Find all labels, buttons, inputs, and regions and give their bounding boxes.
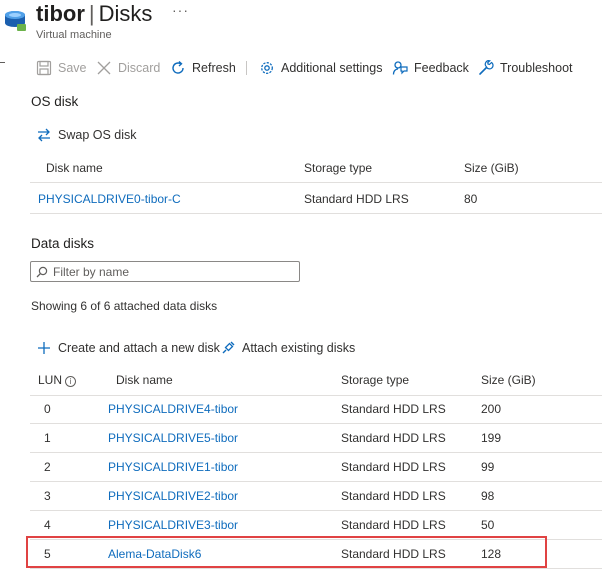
row-disk-link[interactable]: PHYSICALDRIVE4-tibor xyxy=(108,402,238,416)
create-attach-disk-label: Create and attach a new disk xyxy=(58,341,220,355)
plus-icon xyxy=(38,342,50,354)
row-lun: 2 xyxy=(44,460,51,474)
title-separator: | xyxy=(88,1,95,26)
os-row-divider xyxy=(30,213,602,214)
save-icon xyxy=(36,60,52,76)
row-disk-link[interactable]: PHYSICALDRIVE2-tibor xyxy=(108,489,238,503)
discard-icon xyxy=(97,61,111,75)
os-col-storage-type: Storage type xyxy=(304,161,373,175)
discard-button[interactable]: Discard xyxy=(96,58,160,78)
troubleshoot-button[interactable]: Troubleshoot xyxy=(478,58,573,78)
feedback-label: Feedback xyxy=(414,61,469,75)
filter-box[interactable] xyxy=(30,261,300,282)
more-options-icon[interactable]: ··· xyxy=(172,2,189,18)
data-disks-title: Data disks xyxy=(31,236,95,251)
row-size: 99 xyxy=(481,460,495,474)
refresh-button[interactable]: Refresh xyxy=(170,58,236,78)
col-storage-type: Storage type xyxy=(341,373,410,387)
col-lun: LUN i xyxy=(38,373,77,387)
feedback-button[interactable]: Feedback xyxy=(392,58,469,78)
troubleshoot-label: Troubleshoot xyxy=(500,61,573,75)
refresh-icon xyxy=(172,60,184,74)
sidebar-edge xyxy=(0,62,5,63)
swap-icon xyxy=(38,128,50,142)
additional-settings-label: Additional settings xyxy=(281,61,383,75)
swap-os-disk-button[interactable]: Swap OS disk xyxy=(36,127,137,143)
attach-existing-disks-button[interactable]: Attach existing disks xyxy=(220,340,355,356)
os-disk-link[interactable]: PHYSICALDRIVE0-tibor-C xyxy=(38,192,181,206)
attach-icon xyxy=(222,341,235,354)
row-divider xyxy=(30,481,602,482)
refresh-label: Refresh xyxy=(192,61,236,75)
wrench-icon xyxy=(479,60,494,75)
page-subtitle: Virtual machine xyxy=(36,29,112,41)
row-storage-type: Standard HDD LRS xyxy=(341,460,446,474)
os-col-disk-name: Disk name xyxy=(46,161,103,175)
col-lun-label: LUN xyxy=(38,373,63,387)
os-disk-title: OS disk xyxy=(31,94,79,109)
search-icon xyxy=(36,266,48,277)
showing-count-text: Showing 6 of 6 attached data disks xyxy=(31,299,218,313)
row-size: 98 xyxy=(481,489,495,503)
os-disk-size: 80 xyxy=(464,192,478,206)
row-storage-type: Standard HDD LRS xyxy=(341,402,446,416)
row-divider xyxy=(30,510,602,511)
row-storage-type: Standard HDD LRS xyxy=(341,518,446,532)
highlight-box xyxy=(26,536,547,568)
create-attach-disk-button[interactable]: Create and attach a new disk xyxy=(36,340,220,356)
row-size: 199 xyxy=(481,431,502,445)
save-label: Save xyxy=(58,61,87,75)
row-disk-link[interactable]: PHYSICALDRIVE1-tibor xyxy=(108,460,238,474)
row-storage-type: Standard HDD LRS xyxy=(341,431,446,445)
info-icon[interactable]: i xyxy=(65,376,77,387)
row-disk-link[interactable]: PHYSICALDRIVE5-tibor xyxy=(108,431,238,445)
col-disk-name: Disk name xyxy=(116,373,173,387)
os-col-size: Size (GiB) xyxy=(464,161,519,175)
toolbar-divider xyxy=(246,61,247,75)
row-divider xyxy=(30,423,602,424)
os-header-divider xyxy=(30,182,602,183)
swap-os-disk-label: Swap OS disk xyxy=(58,128,137,142)
gear-icon xyxy=(261,62,273,74)
row-lun: 1 xyxy=(44,431,51,445)
filter-input[interactable] xyxy=(53,264,293,279)
row-size: 200 xyxy=(481,402,502,416)
row-storage-type: Standard HDD LRS xyxy=(341,489,446,503)
save-button[interactable]: Save xyxy=(36,58,87,78)
additional-settings-button[interactable]: Additional settings xyxy=(259,58,382,78)
virtual-machine-icon xyxy=(3,6,27,32)
data-header-divider xyxy=(30,395,602,396)
row-lun: 3 xyxy=(44,489,51,503)
row-size: 50 xyxy=(481,518,495,532)
discard-label: Discard xyxy=(118,61,161,75)
row-lun: 0 xyxy=(44,402,51,416)
row-disk-link[interactable]: PHYSICALDRIVE3-tibor xyxy=(108,518,238,532)
attach-existing-disks-label: Attach existing disks xyxy=(242,341,356,355)
row-divider xyxy=(30,568,602,569)
col-size: Size (GiB) xyxy=(481,373,536,387)
page-name: Disks xyxy=(98,1,153,26)
row-divider xyxy=(30,452,602,453)
page-title: tibor | Disks xyxy=(36,0,152,28)
os-disk-storage-type: Standard HDD LRS xyxy=(304,192,409,206)
feedback-icon xyxy=(392,61,408,75)
row-lun: 4 xyxy=(44,518,51,532)
vm-name: tibor xyxy=(36,1,85,26)
